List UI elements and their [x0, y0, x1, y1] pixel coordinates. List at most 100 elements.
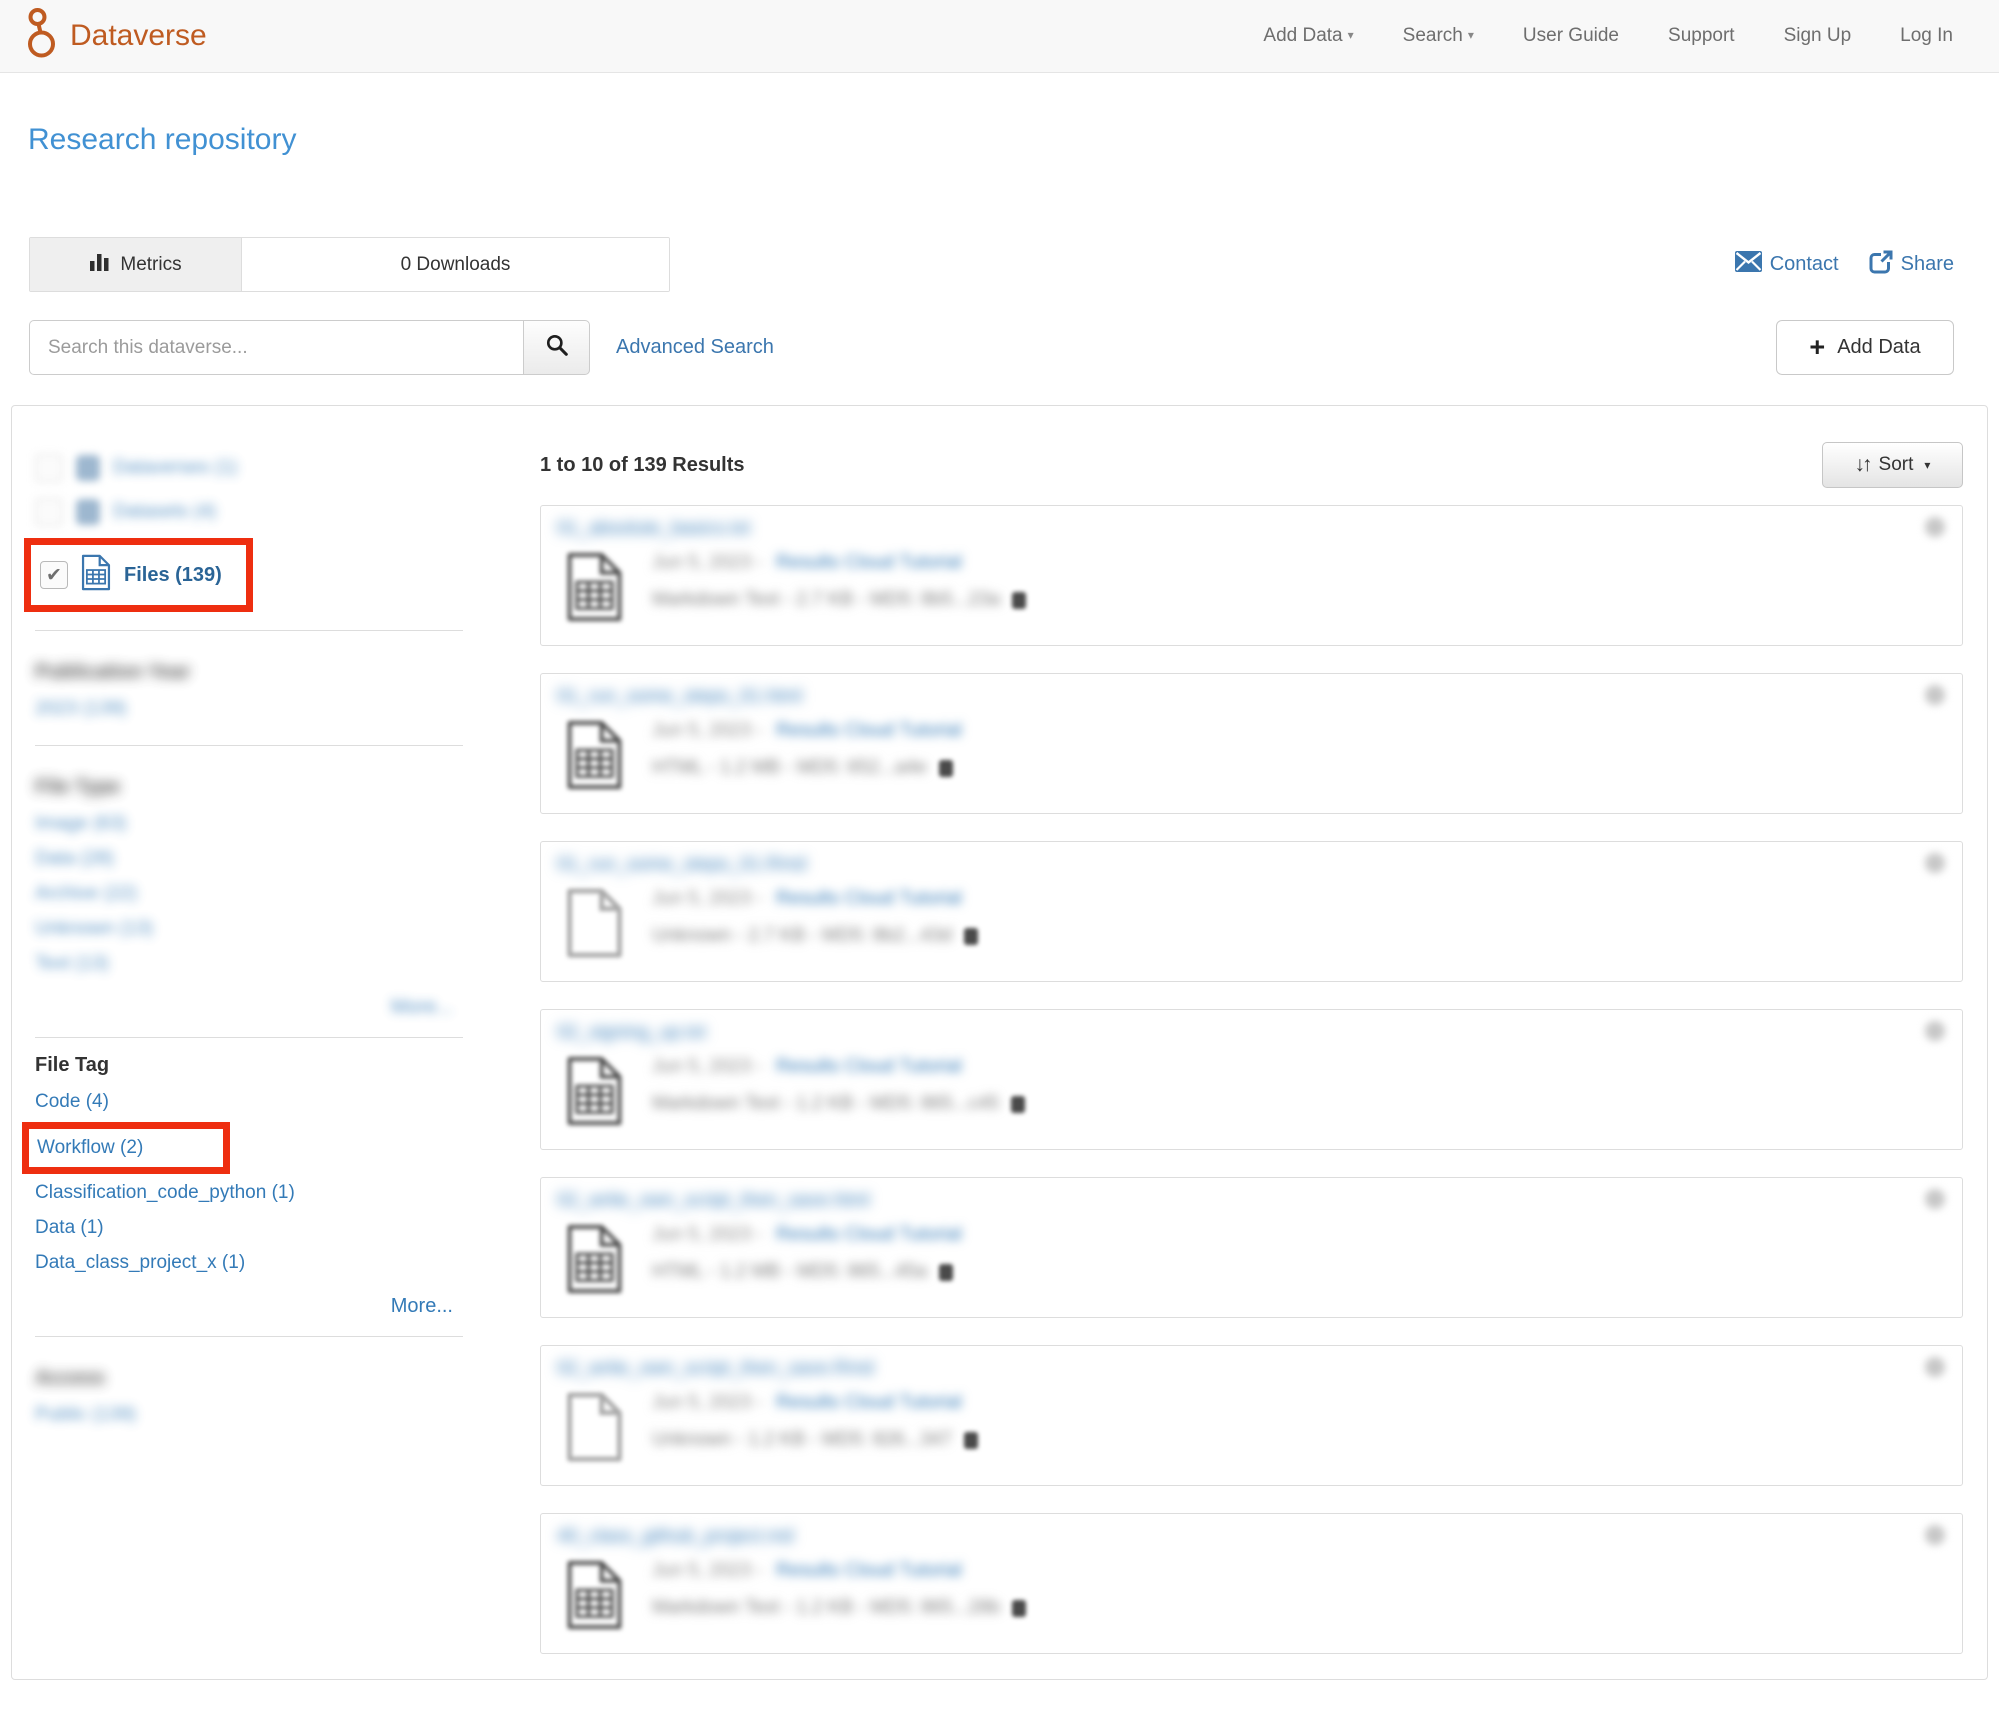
collection-link[interactable]: Results Cloud Tutorial [776, 720, 962, 742]
search-input[interactable] [29, 320, 523, 375]
metrics-row: Metrics 0 Downloads Contact [29, 237, 1954, 292]
collection-link[interactable]: Results Cloud Tutorial [776, 888, 962, 910]
header-actions: Contact Share [1735, 250, 1954, 280]
card-date-line: Jun 5, 2023 -Results Cloud Tutorial [652, 1560, 1026, 1582]
facet-link-dataverses-1-[interactable]: Dataverses (1) [113, 457, 238, 479]
facet-item-line: Image (63) [35, 807, 463, 842]
nav-item-search[interactable]: Search▾ [1403, 25, 1474, 47]
card-body: Jun 5, 2023 -Results Cloud TutorialMarkd… [557, 1053, 1946, 1129]
facet-link-data-28-[interactable]: Data (28) [35, 842, 114, 876]
lock-icon [964, 1432, 978, 1449]
bar-chart-icon [89, 251, 110, 278]
nav-item-sign-up[interactable]: Sign Up [1784, 25, 1852, 47]
file-table-thumbnail-icon [566, 1221, 623, 1297]
lock-icon [939, 760, 953, 777]
plus-icon: + [1809, 334, 1825, 361]
facet-item-line: Archive (22) [35, 877, 463, 912]
brand-name: Dataverse [70, 19, 207, 53]
downloads-count: 0 Downloads [242, 238, 669, 291]
collection-link[interactable]: Results Cloud Tutorial [776, 552, 962, 574]
facet-type-icon [76, 499, 100, 525]
card-body: Jun 5, 2023 -Results Cloud TutorialUnkno… [557, 1389, 1946, 1465]
facet-link-datasets-4-[interactable]: Datasets (4) [113, 501, 216, 523]
facet-divider [35, 745, 463, 746]
facet-link-public-139-[interactable]: Public (139) [35, 1398, 136, 1432]
dataverse-brand[interactable]: Dataverse [24, 7, 207, 66]
facet-more-line: More... [35, 1295, 453, 1318]
add-data-button[interactable]: + Add Data [1776, 320, 1954, 375]
card-body: Jun 5, 2023 -Results Cloud TutorialUnkno… [557, 885, 1946, 961]
file-table-thumbnail-icon [566, 549, 623, 625]
facet-link-image-63-[interactable]: Image (63) [35, 807, 127, 841]
file-title-link[interactable]: 01_run_some_steps_01.Rmd [557, 854, 806, 876]
advanced-search-link[interactable]: Advanced Search [616, 336, 774, 359]
card-corner-icon[interactable] [1925, 1021, 1945, 1041]
file-date: Jun 5, 2023 - [652, 1392, 763, 1414]
contact-link[interactable]: Contact [1735, 250, 1839, 280]
collection-link[interactable]: Results Cloud Tutorial [776, 1224, 962, 1246]
card-meta-line: HTML - 1.2 MB - MD5: 652...a4e [652, 757, 962, 779]
checkmark-icon: ✔ [46, 566, 62, 585]
file-date: Jun 5, 2023 - [652, 720, 763, 742]
card-text-lines: Jun 5, 2023 -Results Cloud Tutorial Markd… [652, 549, 1026, 625]
results-header: 1 to 10 of 139 Results ↓↑ Sort ▾ [540, 442, 1963, 488]
facet-link-data-1-[interactable]: Data (1) [35, 1217, 104, 1238]
collection-link[interactable]: Results Cloud Tutorial [776, 1056, 962, 1078]
facet-more-link-file-tag[interactable]: More... [391, 1295, 453, 1317]
file-title-link[interactable]: 02_signing_up.txt [557, 1022, 706, 1044]
card-corner-icon[interactable] [1925, 853, 1945, 873]
facet-item-line: Data (1) [35, 1211, 463, 1246]
facet-link-code-4-[interactable]: Code (4) [35, 1091, 109, 1112]
share-icon [1869, 250, 1893, 280]
card-corner-icon[interactable] [1925, 1357, 1945, 1377]
caret-down-icon: ▾ [1468, 28, 1474, 42]
file-meta: HTML - 1.2 MB - MD5: 652...a4e [652, 757, 927, 779]
facet-checkbox[interactable] [35, 498, 63, 526]
card-corner-icon[interactable] [1925, 1189, 1945, 1209]
facet-link-archive-22-[interactable]: Archive (22) [35, 877, 137, 911]
card-text-lines: Jun 5, 2023 -Results Cloud TutorialUnkno… [652, 1389, 978, 1465]
card-corner-icon[interactable] [1925, 517, 1945, 537]
facet-more-line: More... [35, 996, 453, 1019]
file-title-link[interactable]: 02_write_own_script_then_save.Rmd [557, 1358, 874, 1380]
file-title-link[interactable]: 01_run_some_steps_01.html [557, 686, 802, 708]
facet-link-unknown-13-[interactable]: Unknown (13) [35, 912, 153, 946]
card-meta-line: HTML - 1.2 MB - MD5: 865...45a [652, 1261, 962, 1283]
file-title-link[interactable]: 02_write_own_script_then_save.html [557, 1190, 870, 1212]
facet-divider [35, 630, 463, 631]
results-column: 1 to 10 of 139 Results ↓↑ Sort ▾ 01_abso… [471, 406, 1987, 1680]
result-card: 01_run_some_steps_01.Rmd Jun 5, 2023 -Res… [540, 841, 1963, 982]
card-meta-line: Markdown Text - 2.7 KB - MD5: 8b5...23a [652, 589, 1026, 611]
sort-button[interactable]: ↓↑ Sort ▾ [1822, 442, 1963, 488]
search-button[interactable] [523, 320, 590, 375]
card-meta-line: Markdown Text - 1.2 KB - MD5: 865...28b [652, 1597, 1026, 1619]
card-corner-icon[interactable] [1925, 685, 1945, 705]
facet-link-text-13-[interactable]: Text (13) [35, 947, 109, 981]
result-card: 02_signing_up.txt Jun 5, 2023 -Results Cl… [540, 1009, 1963, 1150]
card-date-line: Jun 5, 2023 -Results Cloud Tutorial [652, 888, 978, 910]
files-checkbox[interactable]: ✔ [40, 561, 68, 589]
facet-sidebar: Dataverses (1) Datasets (4) ✔ Files (139) Pu… [12, 406, 471, 1433]
lock-icon [939, 1264, 953, 1281]
facet-checkbox[interactable] [35, 454, 63, 482]
facet-item-line: Text (13) [35, 947, 463, 982]
facet-link-classification-code-python-1-[interactable]: Classification_code_python (1) [35, 1182, 295, 1203]
facet-more-link-file-type[interactable]: More... [391, 996, 453, 1019]
share-link[interactable]: Share [1869, 250, 1954, 280]
nav-item-support[interactable]: Support [1668, 25, 1735, 47]
facet-link-data-class-project-x-1-[interactable]: Data_class_project_x (1) [35, 1252, 245, 1273]
nav-item-log-in[interactable]: Log In [1900, 25, 1953, 47]
card-date-line: Jun 5, 2023 -Results Cloud Tutorial [652, 552, 1026, 574]
nav-item-add-data[interactable]: Add Data▾ [1263, 25, 1353, 47]
nav-item-user-guide[interactable]: User Guide [1523, 25, 1619, 47]
file-title-link[interactable]: 40_class_github_project.md [557, 1526, 794, 1548]
page-title[interactable]: Research repository [28, 123, 1999, 157]
facet-link-2023-139-[interactable]: 2023 (139) [35, 692, 127, 726]
file-title-link[interactable]: 01_absolute_basics.txt [557, 518, 750, 540]
facet-link-workflow-2-[interactable]: Workflow (2) [37, 1131, 143, 1165]
collection-link[interactable]: Results Cloud Tutorial [776, 1560, 962, 1582]
collection-link[interactable]: Results Cloud Tutorial [776, 1392, 962, 1414]
facet-link-files-139-[interactable]: Files (139) [124, 564, 222, 587]
lock-icon [1011, 1096, 1025, 1113]
card-corner-icon[interactable] [1925, 1525, 1945, 1545]
